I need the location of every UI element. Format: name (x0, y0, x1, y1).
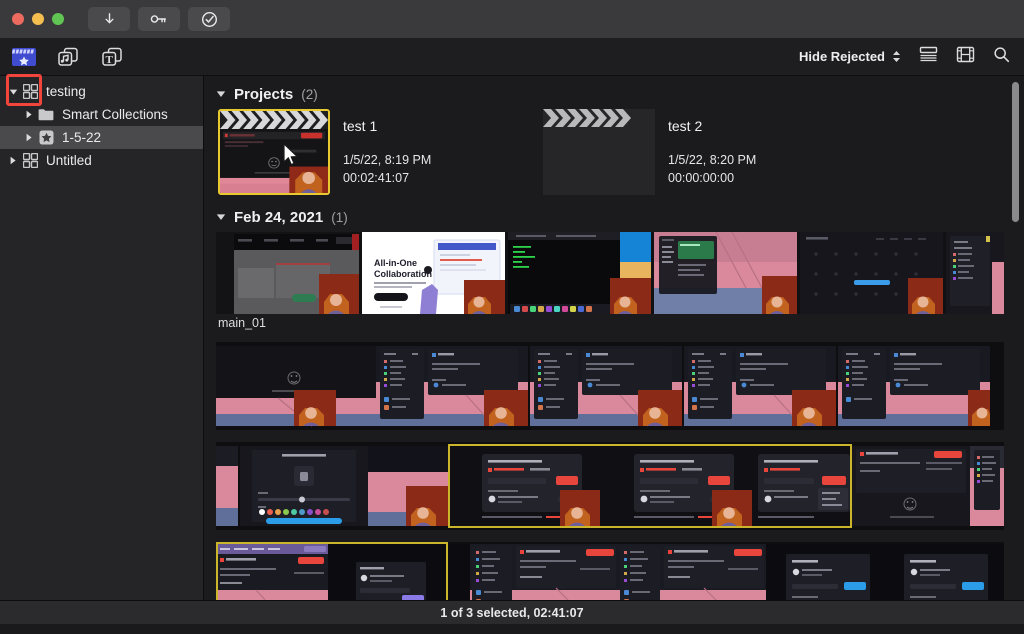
music-notes-icon (58, 47, 78, 66)
close-window-button[interactable] (12, 13, 24, 25)
check-circle-icon (201, 11, 217, 27)
music-browser-tab[interactable] (54, 45, 82, 69)
titles-t-icon: T (102, 47, 122, 66)
key-icon (150, 15, 167, 23)
selection-status-text: 1 of 3 selected, 02:41:07 (440, 605, 584, 620)
triangle-down-icon[interactable] (216, 90, 226, 100)
triangle-right-icon[interactable] (6, 156, 20, 165)
clapperboard-strip-icon (543, 109, 655, 127)
filmstrip-frames: All-in-One Collaboration (216, 232, 1004, 314)
clapperboard-strip-icon (220, 111, 328, 129)
section-count: (1) (331, 210, 348, 225)
browser-tab-group: T (0, 45, 204, 69)
share-button[interactable] (188, 7, 230, 31)
filmstrip-view-button[interactable] (956, 46, 975, 68)
final-cut-pro-window: T Hide Rejected testing Smart Collection… (0, 0, 1024, 634)
sidebar-item-1-5-22[interactable]: 1-5-22 (0, 126, 203, 149)
clip-filmstrips[interactable]: All-in-One Collaboration main_01 (204, 232, 1024, 600)
zoom-window-button[interactable] (52, 13, 64, 25)
titles-and-generators-browser-tab[interactable]: T (98, 45, 126, 69)
project-preview-frame (220, 129, 328, 193)
project-date: 1/5/22, 8:20 PM (668, 153, 757, 167)
sidebar-item-label: Smart Collections (62, 107, 168, 122)
filmstrip-row[interactable] (216, 342, 1004, 430)
project-thumbnail[interactable] (218, 109, 330, 195)
event-star-icon (36, 130, 56, 145)
list-view-button[interactable] (919, 46, 938, 67)
list-view-icon (919, 46, 938, 62)
filter-popup-button[interactable]: Hide Rejected (799, 49, 901, 64)
projects-section-header: Projects (2) (204, 76, 1024, 109)
minimize-window-button[interactable] (32, 13, 44, 25)
media-browser[interactable]: Projects (2) test 1 1/5/22, 8:19 PM 00:0… (204, 76, 1024, 600)
sidebar-item-label: Untitled (46, 153, 92, 168)
libraries-sidebar[interactable]: testing Smart Collections 1-5-22 Untitle… (0, 76, 204, 600)
triangle-down-icon[interactable] (6, 88, 20, 96)
project-name: test 1 (343, 118, 378, 134)
sidebar-item-testing[interactable]: testing (0, 80, 203, 103)
browser-vertical-scrollbar[interactable] (1012, 82, 1019, 222)
filmstrip-view-icon (956, 46, 975, 62)
section-count: (2) (301, 87, 318, 102)
search-button[interactable] (993, 46, 1010, 68)
svg-text:Collaboration: Collaboration (374, 269, 432, 279)
traffic-lights (12, 13, 64, 25)
project-name: test 2 (668, 118, 703, 134)
filmstrip-frames (216, 342, 1004, 430)
project-metadata: test 2 1/5/22, 8:20 PM 00:00:00:00 (655, 109, 756, 195)
sidebar-item-smart-collections[interactable]: Smart Collections (0, 103, 203, 126)
filmstrip-row[interactable]: All-in-One Collaboration (216, 232, 1004, 314)
library-icon (20, 84, 40, 99)
triangle-right-icon[interactable] (22, 133, 36, 142)
folder-icon (36, 108, 56, 121)
project-item[interactable]: test 2 1/5/22, 8:20 PM 00:00:00:00 (543, 109, 868, 195)
search-icon (994, 46, 1010, 62)
sidebar-item-untitled[interactable]: Untitled (0, 149, 203, 172)
filmstrip-frames (216, 442, 1004, 530)
clip-name-label: main_01 (218, 316, 266, 330)
titlebar-button-group (88, 7, 230, 31)
date-section-header: Feb 24, 2021 (1) (204, 195, 1024, 232)
project-duration: 00:02:41:07 (343, 171, 410, 186)
section-title: Feb 24, 2021 (234, 209, 324, 226)
status-bar: 1 of 3 selected, 02:41:07 (0, 600, 1024, 624)
browser-toolbar: T Hide Rejected (0, 38, 1024, 106)
triangle-down-icon[interactable] (216, 213, 226, 223)
window-bottom-edge (0, 624, 1024, 634)
filmstrip-row[interactable] (216, 442, 1004, 530)
keyword-editor-button[interactable] (138, 7, 180, 31)
project-duration: 00:00:00:00 (668, 171, 735, 186)
svg-text:T: T (106, 54, 114, 66)
project-metadata: test 1 1/5/22, 8:19 PM 00:02:41:07 (330, 109, 431, 195)
project-thumbnail[interactable] (543, 109, 655, 195)
filmstrip-frames (216, 542, 1004, 600)
section-title: Projects (234, 86, 294, 103)
project-date: 1/5/22, 8:19 PM (343, 153, 432, 167)
window-titlebar (0, 0, 1024, 38)
sidebar-item-label: 1-5-22 (62, 130, 102, 145)
projects-list: test 1 1/5/22, 8:19 PM 00:02:41:07 test … (204, 109, 1024, 195)
project-item[interactable]: test 1 1/5/22, 8:19 PM 00:02:41:07 (218, 109, 543, 195)
window-body: testing Smart Collections 1-5-22 Untitle… (0, 76, 1024, 600)
sidebar-item-label: testing (46, 84, 86, 99)
library-icon (20, 153, 40, 168)
download-arrow-icon (105, 12, 113, 23)
svg-text:All-in-One: All-in-One (374, 258, 417, 268)
triangle-right-icon[interactable] (22, 110, 36, 119)
browser-toolbar-right: Hide Rejected (799, 46, 1024, 68)
photos-and-audio-browser-tab[interactable] (10, 45, 38, 69)
import-media-button[interactable] (88, 7, 130, 31)
filter-popup-label: Hide Rejected (799, 49, 885, 64)
clapperboard-icon (11, 47, 36, 66)
filmstrip-row[interactable] (216, 542, 1004, 600)
stepper-chevrons-icon (892, 50, 901, 63)
